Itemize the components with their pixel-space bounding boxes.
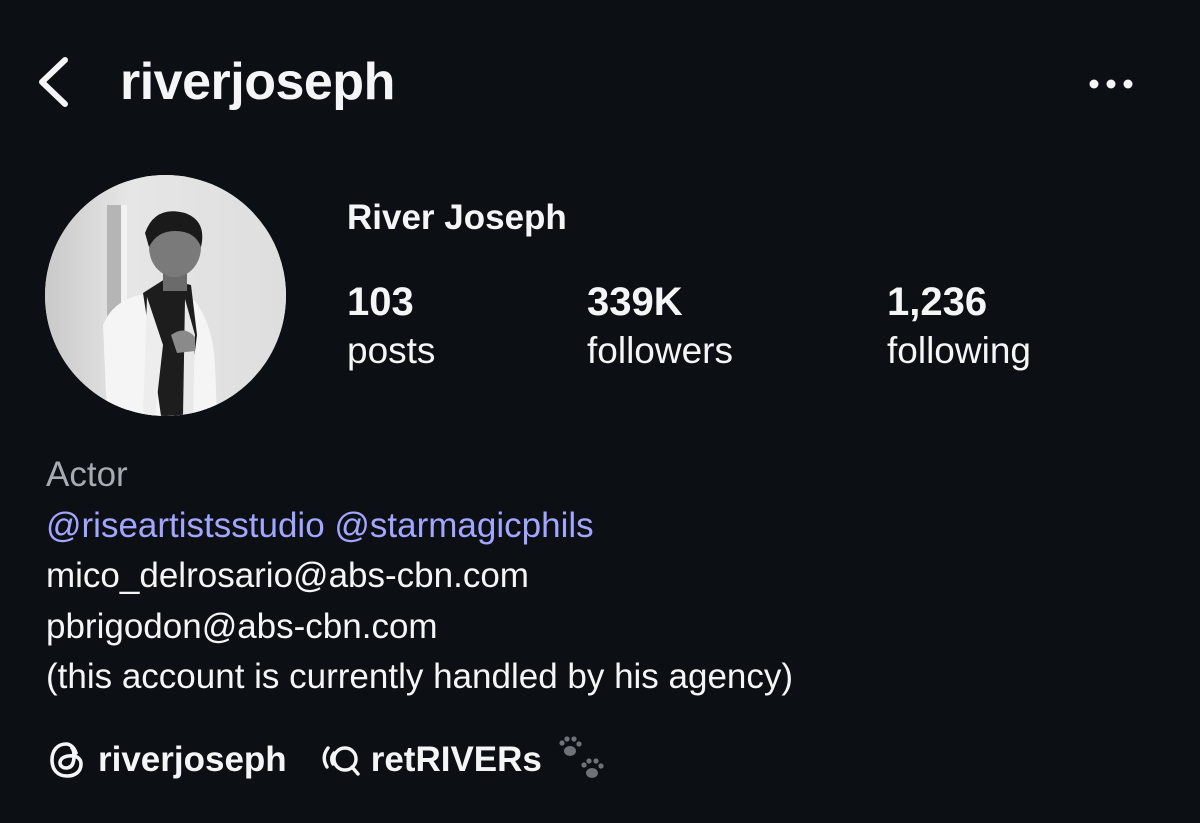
channel-name: retRIVERs xyxy=(370,740,542,779)
threads-icon xyxy=(50,742,83,778)
bio-email: pbrigodon@abs-cbn.com xyxy=(46,606,438,646)
bio-note: (this account is currently handled by hi… xyxy=(46,657,794,696)
broadcast-channel-icon xyxy=(322,746,360,776)
following-value: 1,236 xyxy=(887,280,988,324)
broadcast-channel-link[interactable]: retRIVERs xyxy=(317,735,608,785)
followers-value: 339K xyxy=(587,280,683,324)
chevron-left-icon xyxy=(39,57,68,107)
posts-count[interactable]: 103 posts xyxy=(347,278,435,376)
avatar[interactable] xyxy=(45,175,286,416)
display-name: River Joseph xyxy=(347,198,567,237)
bio-category: Actor xyxy=(46,455,128,494)
paw-prints-icon xyxy=(559,736,604,778)
posts-value: 103 xyxy=(347,280,414,324)
mention-link[interactable]: @starmagicphils xyxy=(334,506,593,545)
profile-links: riverjoseph retRIVERs xyxy=(46,733,608,787)
back-button[interactable] xyxy=(30,52,80,112)
following-count[interactable]: 1,236 following xyxy=(887,278,1031,376)
threads-link[interactable]: riverjoseph xyxy=(46,739,287,781)
profile-photo xyxy=(45,175,286,416)
threads-username: riverjoseph xyxy=(98,740,287,779)
bio-mentions: @riseartistsstudio @starmagicphils xyxy=(46,501,1146,552)
more-options-button[interactable] xyxy=(1080,62,1142,106)
mention-link[interactable]: @riseartistsstudio xyxy=(46,506,325,545)
profile-username: riverjoseph xyxy=(120,53,395,111)
bio-email: mico_delrosario@abs-cbn.com xyxy=(46,556,529,595)
profile-header: riverjoseph xyxy=(0,0,1200,165)
ellipsis-icon xyxy=(1089,79,1133,89)
followers-label: followers xyxy=(587,330,733,371)
profile-bio: Actor @riseartistsstudio @starmagicphils… xyxy=(46,450,1146,703)
posts-label: posts xyxy=(347,330,436,371)
following-label: following xyxy=(887,330,1031,371)
followers-count[interactable]: 339K followers xyxy=(587,278,733,376)
